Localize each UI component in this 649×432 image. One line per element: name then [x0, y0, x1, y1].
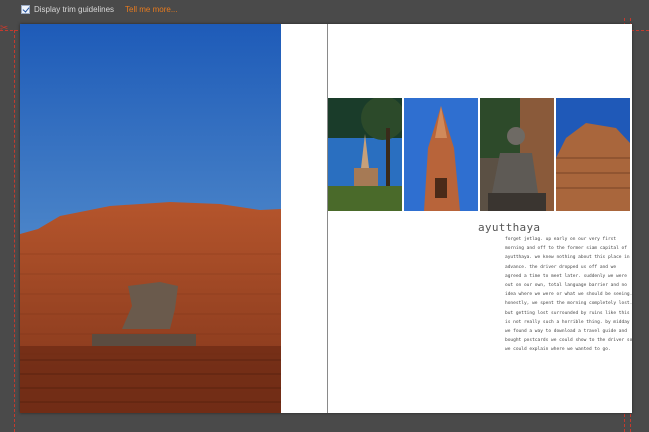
photo-stupa-tree[interactable] [328, 98, 402, 211]
photo-temple-ruin[interactable] [556, 98, 630, 211]
trim-guidelines-checkbox[interactable] [21, 4, 30, 14]
page-fold [327, 24, 328, 413]
tell-me-more-link[interactable]: Tell me more... [125, 5, 177, 14]
photo-book-spread[interactable]: ayutthaya forget jetlag. up early on our… [20, 24, 632, 413]
trim-guidelines-label[interactable]: Display trim guidelines [34, 5, 114, 14]
photo-seated-buddha[interactable] [480, 98, 554, 211]
toolbar: Display trim guidelines Tell me more... [0, 0, 649, 18]
photo-strip [328, 98, 630, 211]
page-body-text[interactable]: forget jetlag. up early on our very firs… [505, 235, 635, 355]
page-title[interactable]: ayutthaya [478, 221, 540, 234]
main-photo-buddha-ruin[interactable] [20, 24, 281, 413]
scissors-icon: ✂ [0, 23, 9, 34]
trim-guideline-left [14, 30, 15, 432]
photo-prang-tower[interactable] [404, 98, 478, 211]
